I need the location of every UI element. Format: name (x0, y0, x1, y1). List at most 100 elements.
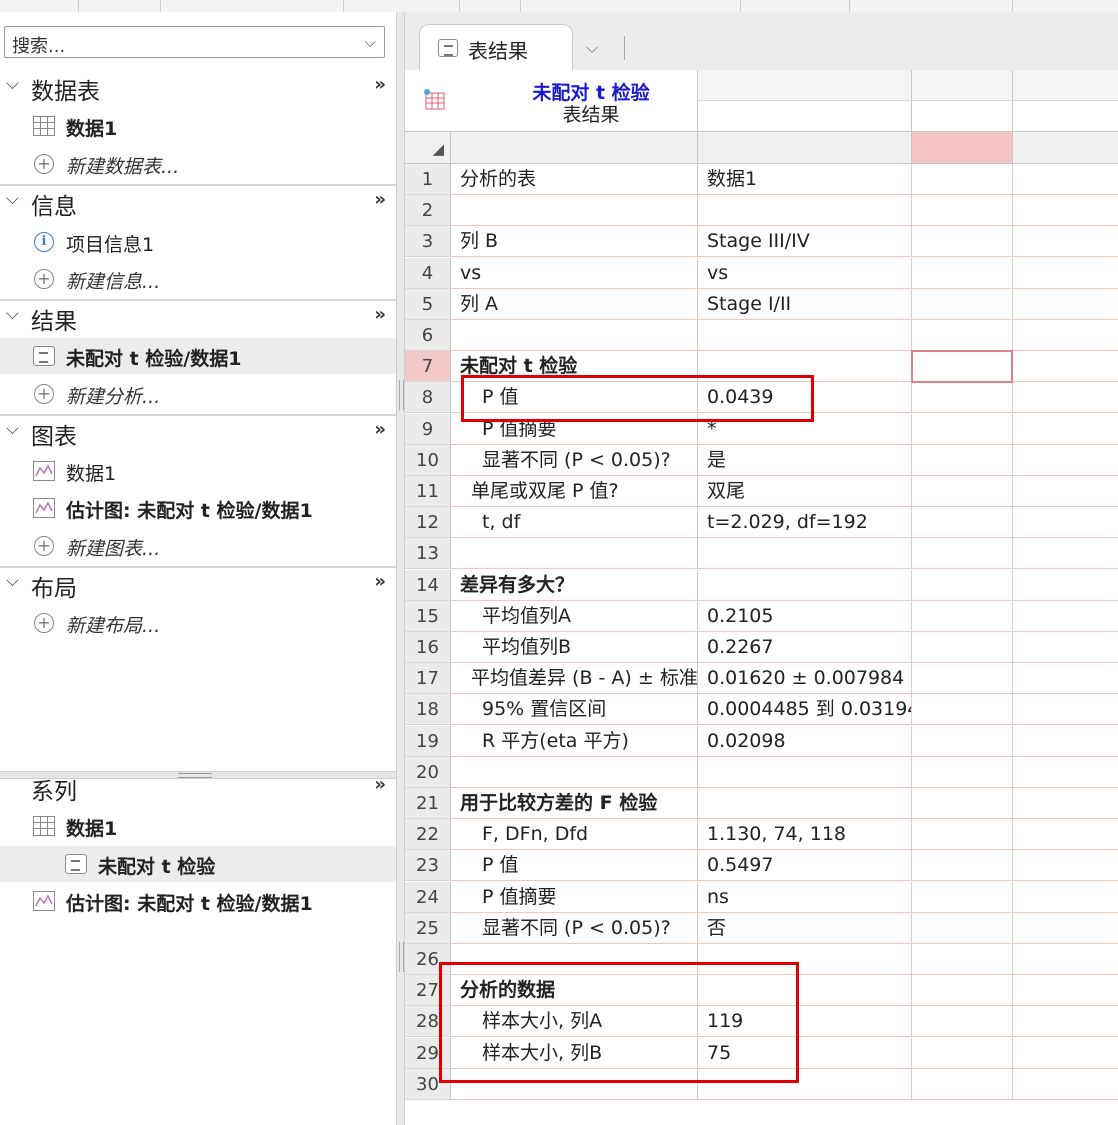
empty-cell[interactable] (912, 569, 1013, 601)
empty-cell[interactable] (1013, 538, 1118, 570)
row-number[interactable]: 7 (405, 351, 451, 383)
empty-cell[interactable] (1013, 726, 1118, 757)
empty-cell[interactable] (1013, 788, 1118, 819)
expand-more-icon[interactable]: » (374, 74, 386, 95)
nav-item-project-info[interactable]: i 项目信息1 (0, 224, 396, 260)
row-label-cell[interactable]: 95% 置信区间 (451, 694, 698, 726)
row-label-cell[interactable]: R 平方(eta 平方) (451, 725, 698, 757)
row-number[interactable]: 24 (405, 881, 451, 913)
row-number[interactable]: 18 (405, 694, 451, 726)
empty-cell[interactable] (1013, 1038, 1118, 1069)
row-number[interactable]: 1 (405, 164, 451, 195)
row-label-cell[interactable]: 平均值列A (451, 600, 698, 632)
row-value-cell[interactable]: 0.01620 ± 0.007984 (698, 663, 912, 695)
family-item-ttest[interactable]: 未配对 t 检验 (0, 846, 396, 882)
expand-more-icon[interactable]: » (374, 419, 386, 440)
expand-more-icon[interactable]: » (374, 189, 386, 210)
empty-cell[interactable] (912, 819, 1013, 851)
search-input[interactable]: 搜索... (12, 32, 65, 58)
column-title-cell[interactable] (1013, 101, 1118, 132)
row-number[interactable]: 15 (405, 600, 451, 632)
chevron-down-icon[interactable]: ⌵ (365, 33, 376, 51)
row-number[interactable]: 16 (405, 632, 451, 663)
section-info[interactable]: ⌵ 信息 » (0, 185, 396, 221)
row-value-cell[interactable] (698, 756, 912, 788)
column-title-cell[interactable] (912, 101, 1013, 132)
empty-cell[interactable] (1013, 195, 1118, 227)
row-number[interactable]: 20 (405, 756, 451, 788)
empty-cell[interactable] (912, 226, 1013, 258)
empty-cell[interactable] (1013, 819, 1118, 851)
nav-item-graph-data1[interactable]: 数据1 (0, 453, 396, 489)
empty-cell[interactable] (912, 1037, 1013, 1069)
empty-cell[interactable] (912, 725, 1013, 757)
empty-cell[interactable] (1013, 258, 1118, 289)
empty-cell[interactable] (912, 164, 1013, 195)
row-value-cell[interactable]: t=2.029, df=192 (698, 507, 912, 539)
empty-cell[interactable] (912, 320, 1013, 351)
row-number[interactable]: 23 (405, 850, 451, 882)
row-label-cell[interactable]: 用于比较方差的 F 检验 (451, 788, 698, 819)
empty-cell[interactable] (912, 694, 1013, 726)
nav-item-new-info[interactable]: + 新建信息... (0, 261, 396, 297)
row-number[interactable]: 10 (405, 444, 451, 476)
empty-cell[interactable] (912, 600, 1013, 632)
family-item-data1[interactable]: 数据1 (0, 808, 396, 844)
chevron-down-icon[interactable]: ⌵ (6, 189, 19, 209)
row-label-cell[interactable] (451, 195, 698, 227)
row-value-cell[interactable]: 是 (698, 444, 912, 476)
select-all-corner[interactable]: ◢ (405, 132, 451, 163)
row-value-cell[interactable]: 否 (698, 912, 912, 944)
row-value-cell[interactable]: 0.2105 (698, 600, 912, 632)
column-letter-cell[interactable] (451, 132, 698, 163)
row-label-cell[interactable] (451, 538, 698, 570)
empty-cell[interactable] (1013, 882, 1118, 913)
nav-item-estimation-graph[interactable]: 估计图: 未配对 t 检验/数据1 (0, 490, 396, 526)
family-item-estimation-graph[interactable]: 估计图: 未配对 t 检验/数据1 (0, 883, 396, 919)
row-value-cell[interactable]: 1.130, 74, 118 (698, 819, 912, 851)
row-value-cell[interactable] (698, 320, 912, 351)
row-number[interactable]: 14 (405, 569, 451, 601)
nav-item-new-analysis[interactable]: + 新建分析... (0, 376, 396, 412)
empty-cell[interactable] (1013, 414, 1118, 445)
row-value-cell[interactable]: 数据1 (698, 164, 912, 195)
empty-cell[interactable] (912, 382, 1013, 414)
empty-cell[interactable] (912, 444, 1013, 476)
empty-cell[interactable] (1013, 757, 1118, 788)
empty-cell[interactable] (1013, 164, 1118, 195)
row-label-cell[interactable]: P 值 (451, 850, 698, 882)
empty-cell[interactable] (1013, 226, 1118, 258)
expand-more-icon[interactable]: » (374, 571, 386, 592)
column-header-cell[interactable] (912, 70, 1013, 101)
empty-cell[interactable] (1013, 663, 1118, 695)
row-value-cell[interactable] (698, 788, 912, 819)
empty-cell[interactable] (912, 257, 1013, 289)
empty-cell[interactable] (1013, 913, 1118, 944)
row-number[interactable]: 2 (405, 195, 451, 227)
row-number[interactable]: 22 (405, 819, 451, 851)
row-value-cell[interactable]: 0.0004485 到 0.03194 (698, 694, 912, 726)
row-number[interactable]: 6 (405, 320, 451, 351)
row-label-cell[interactable]: 列 A (451, 288, 698, 320)
column-letter-cell-selected[interactable] (912, 132, 1013, 163)
chevron-down-icon[interactable]: ⌵ (6, 74, 19, 94)
empty-cell[interactable] (912, 663, 1013, 695)
row-label-cell[interactable] (451, 756, 698, 788)
row-number[interactable]: 3 (405, 226, 451, 258)
nav-item-new-data-table[interactable]: + 新建数据表... (0, 146, 396, 182)
row-number[interactable]: 13 (405, 538, 451, 570)
section-data-tables[interactable]: ⌵ 数据表 » (0, 70, 396, 106)
search-combobox[interactable]: 搜索... ⌵ (4, 26, 385, 58)
row-value-cell[interactable]: Stage I/II (698, 288, 912, 320)
row-value-cell[interactable]: 0.5497 (698, 850, 912, 882)
empty-cell[interactable] (1013, 382, 1118, 414)
empty-cell[interactable] (1013, 1006, 1118, 1038)
row-label-cell[interactable]: 分析的表 (451, 164, 698, 195)
column-title-cell[interactable] (698, 101, 912, 132)
section-layouts[interactable]: ⌵ 布局 » (0, 567, 396, 603)
empty-cell[interactable] (912, 632, 1013, 663)
nav-item-data1[interactable]: 数据1 (0, 108, 396, 144)
empty-cell[interactable] (912, 1006, 1013, 1038)
empty-cell[interactable] (912, 912, 1013, 944)
nav-item-new-graph[interactable]: + 新建图表... (0, 528, 396, 564)
